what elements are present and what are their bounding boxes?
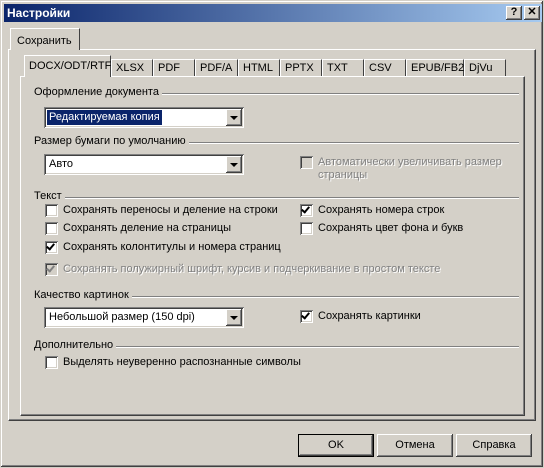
paper-group-label: Размер бумаги по умолчанию [34, 135, 189, 147]
keep-page-breaks-label: Сохранять деление на страницы [63, 222, 232, 234]
text-group-label: Текст [34, 190, 65, 202]
window-title: Настройки [7, 6, 71, 20]
title-bar: Настройки ? ✕ [4, 4, 542, 22]
save-images-label: Сохранять картинки [318, 310, 421, 322]
chevron-down-icon[interactable] [226, 156, 242, 173]
tab-save[interactable]: Сохранить [10, 28, 80, 50]
checkbox-box[interactable] [45, 204, 58, 217]
checkbox-box [45, 263, 58, 276]
layout-select-value: Редактируемая копия [47, 110, 162, 125]
keep-hyphenation-checkbox[interactable]: Сохранять переносы и деление на строки [45, 204, 295, 218]
image-group-label: Качество картинок [34, 289, 132, 301]
keep-headers-label: Сохранять колонтитулы и номера страниц [63, 241, 281, 253]
checkbox-box[interactable] [300, 204, 313, 217]
layout-group-label: Оформление документа [34, 86, 162, 98]
tab-pptx[interactable]: PPTX [280, 59, 322, 76]
tab-epub-fb2[interactable]: EPUB/FB2 [406, 59, 464, 76]
checkmark-icon [46, 241, 55, 251]
tab-pdf[interactable]: PDF [153, 59, 195, 76]
help-title-button[interactable]: ? [506, 6, 522, 20]
keep-colors-checkbox[interactable]: Сохранять цвет фона и букв [300, 222, 510, 236]
auto-enlarge-label-line1: Автоматически увеличивать размер [318, 156, 502, 168]
keep-page-breaks-checkbox[interactable]: Сохранять деление на страницы [45, 222, 295, 236]
chevron-down-icon[interactable] [226, 309, 242, 326]
help-button[interactable]: Справка [456, 434, 532, 457]
checkmark-icon [301, 310, 310, 320]
keep-formatting-checkbox: Сохранять полужирный шрифт, курсив и под… [45, 263, 515, 277]
keep-colors-label: Сохранять цвет фона и букв [318, 222, 464, 234]
tab-txt[interactable]: TXT [322, 59, 364, 76]
paper-size-select[interactable]: Авто [44, 154, 244, 175]
checkbox-box[interactable] [45, 356, 58, 369]
ok-button[interactable]: OK [298, 434, 374, 457]
checkmark-icon [301, 204, 310, 214]
cancel-button[interactable]: Отмена [377, 434, 453, 457]
keep-formatting-label: Сохранять полужирный шрифт, курсив и под… [63, 263, 441, 275]
paper-size-value: Авто [49, 158, 73, 170]
extra-group-label: Дополнительно [34, 339, 117, 351]
text-group-separator [34, 197, 519, 199]
layout-select[interactable]: Редактируемая копия [44, 107, 244, 128]
tab-xlsx[interactable]: XLSX [111, 59, 153, 76]
keep-line-numbers-label: Сохранять номера строк [318, 204, 445, 216]
checkbox-box[interactable] [45, 222, 58, 235]
checkbox-box [300, 156, 313, 169]
tab-docx-odt-rtf[interactable]: DOCX/ODT/RTF [24, 55, 111, 77]
save-images-checkbox[interactable]: Сохранять картинки [300, 310, 500, 324]
checkbox-box[interactable] [300, 310, 313, 323]
image-quality-value: Небольшой размер (150 dpi) [49, 311, 195, 323]
close-button[interactable]: ✕ [524, 6, 540, 20]
checkbox-box[interactable] [45, 241, 58, 254]
tab-pdfa[interactable]: PDF/A [195, 59, 238, 76]
highlight-uncertain-label: Выделять неуверенно распознанные символы [63, 356, 301, 368]
auto-enlarge-checkbox: Автоматически увеличивать размер страниц… [300, 156, 515, 184]
tab-csv[interactable]: CSV [364, 59, 406, 76]
keep-hyphenation-label: Сохранять переносы и деление на строки [63, 204, 278, 216]
tab-djvu[interactable]: DjVu [464, 59, 506, 76]
image-quality-select[interactable]: Небольшой размер (150 dpi) [44, 307, 244, 328]
checkmark-icon [46, 263, 55, 273]
keep-line-numbers-checkbox[interactable]: Сохранять номера строк [300, 204, 510, 218]
chevron-down-icon[interactable] [226, 109, 242, 126]
auto-enlarge-label: Автоматически увеличивать размер страниц… [318, 156, 502, 182]
highlight-uncertain-checkbox[interactable]: Выделять неуверенно распознанные символы [45, 356, 335, 370]
keep-headers-checkbox[interactable]: Сохранять колонтитулы и номера страниц [45, 241, 305, 255]
auto-enlarge-label-line2: страницы [318, 169, 368, 181]
checkbox-box[interactable] [300, 222, 313, 235]
tab-html[interactable]: HTML [238, 59, 280, 76]
